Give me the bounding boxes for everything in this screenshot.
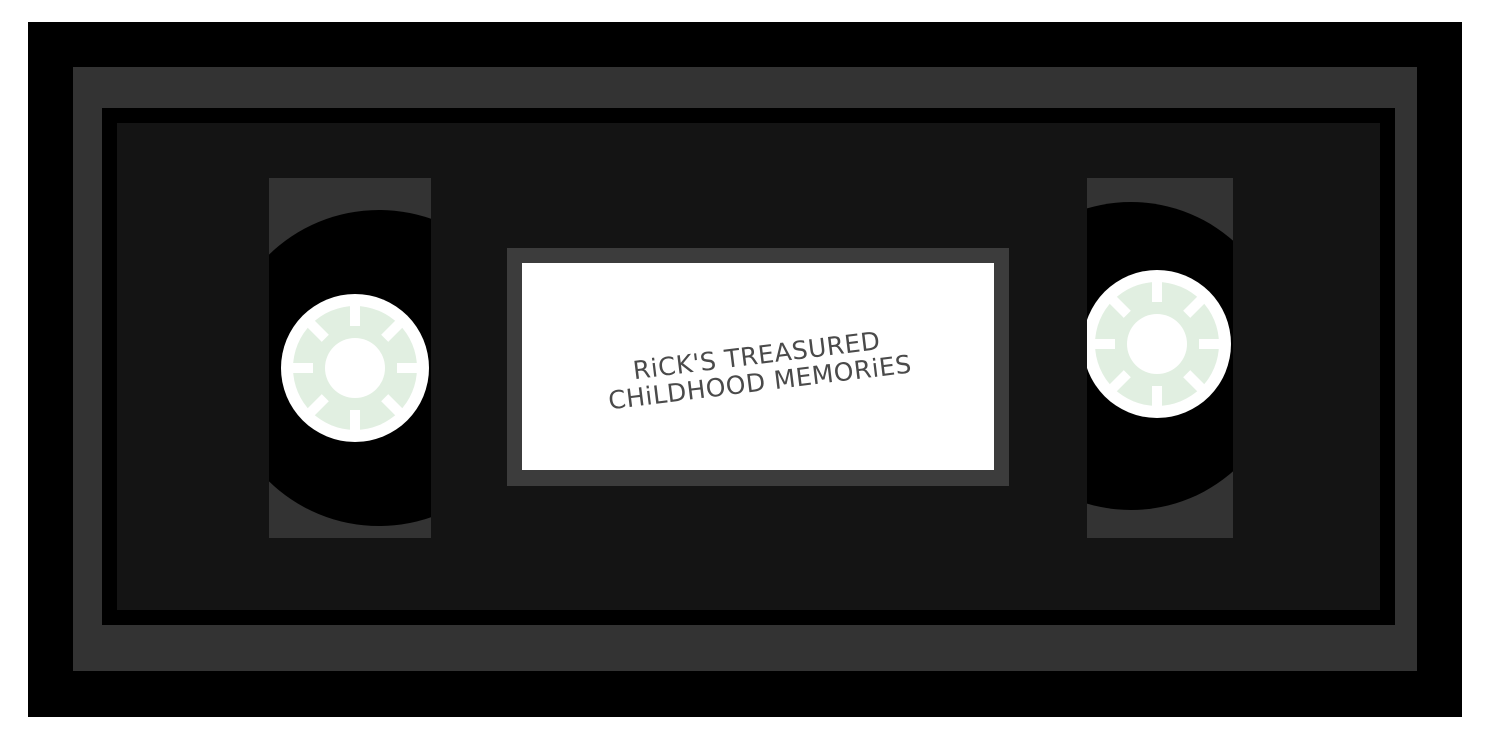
right-reel-window (1087, 178, 1233, 538)
label-text: RiCK'S TREASURED CHiLDHOOD MEMORiES (511, 235, 1005, 498)
left-reel-icon (269, 210, 431, 526)
right-reel-icon (1087, 202, 1233, 510)
cassette-label: RiCK'S TREASURED CHiLDHOOD MEMORiES (522, 263, 994, 470)
left-reel-window (269, 178, 431, 538)
